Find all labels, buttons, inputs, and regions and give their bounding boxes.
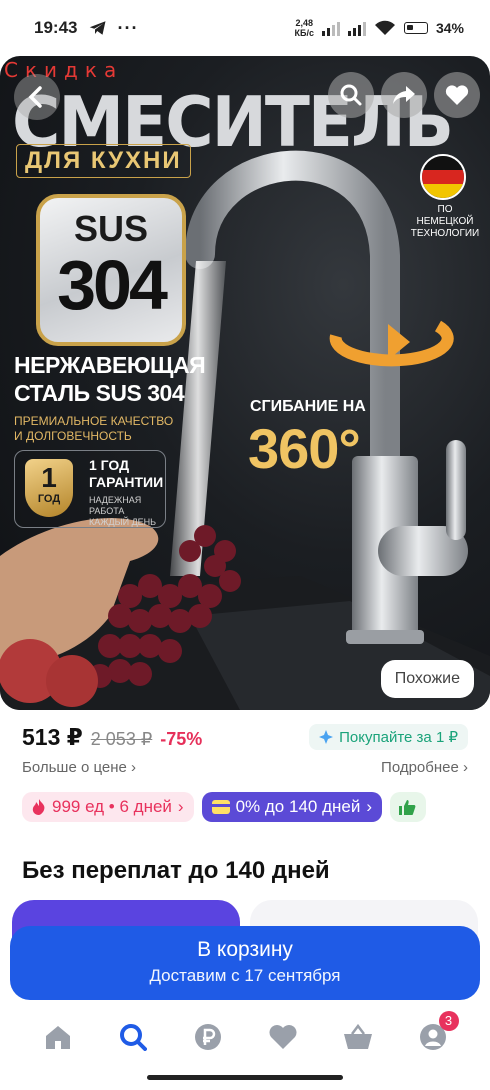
product-image[interactable]: Скидка СМЕСИТЕЛЬ ДЛЯ КУХНИ SUS 304 НЕРЖА… xyxy=(0,56,490,710)
flag-caption: ПО НЕМЕЦКОЙ ТЕХНОЛОГИИ xyxy=(408,204,482,240)
similar-button[interactable]: Похожие xyxy=(380,660,474,698)
home-icon xyxy=(45,1026,70,1049)
installment-label: 0% до 140 дней xyxy=(235,797,361,816)
points-label: 999 ед • 6 дней xyxy=(52,797,172,816)
buy-for-label: Покупайте за 1 ₽ xyxy=(339,729,458,746)
status-bar: 19:43 ··· 2,48 КБ/с 34% xyxy=(0,0,490,56)
flame-icon xyxy=(32,799,45,815)
basket-icon xyxy=(343,1024,372,1049)
add-to-cart-button[interactable]: В корзину Доставим с 17 сентября xyxy=(10,926,480,1000)
old-price: 2 053 ₽ xyxy=(90,729,153,749)
german-flag-icon xyxy=(420,154,466,200)
share-button[interactable] xyxy=(381,72,427,118)
discount-percent: -75% xyxy=(160,729,203,749)
warranty-title-line1: 1 ГОД xyxy=(89,457,130,473)
search-icon xyxy=(119,1024,147,1051)
bend-text: СГИБАНИЕ НА xyxy=(250,398,366,415)
warranty-title: 1 ГОД ГАРАНТИИ xyxy=(89,457,163,491)
net-speed: 2,48 КБ/с xyxy=(295,18,314,38)
warranty-number: 1 xyxy=(41,462,57,493)
ruble-icon xyxy=(194,1024,221,1050)
delivery-date: Доставим с 17 сентября xyxy=(149,966,341,985)
search-button[interactable] xyxy=(328,72,374,118)
battery-percent: 34% xyxy=(435,20,464,36)
buy-for-one-ruble-button[interactable]: Покупайте за 1 ₽ xyxy=(309,724,468,750)
signal-icon xyxy=(321,20,340,36)
steel-line1: НЕРЖАВЕЮЩАЯ xyxy=(14,352,206,378)
status-indicators: 2,48 КБ/с 34% xyxy=(295,18,465,38)
nav-cart[interactable] xyxy=(338,1017,378,1057)
quality-line2: И ДОЛГОВЕЧНОСТЬ xyxy=(14,429,132,443)
warranty-unit: ГОД xyxy=(37,493,61,505)
favorite-button[interactable] xyxy=(434,72,480,118)
more-notifications-icon: ··· xyxy=(117,17,139,38)
net-speed-value: 2,48 xyxy=(295,18,313,28)
flag-caption-line1: ПО НЕМЕЦКОЙ xyxy=(416,204,474,227)
section-title: Без переплат до 140 дней xyxy=(22,857,330,884)
search-icon xyxy=(340,84,362,106)
warranty-badge: 1 ГОД 1 ГОД ГАРАНТИИ НАДЕЖНАЯ РАБОТА КАЖ… xyxy=(14,450,166,528)
heart-icon xyxy=(445,85,469,105)
promo-chips: 999 ед • 6 дней › 0% до 140 дней › xyxy=(22,792,427,822)
warranty-title-line2: ГАРАНТИИ xyxy=(89,474,164,490)
installment-chip[interactable]: 0% до 140 дней › xyxy=(201,792,383,822)
price-row: 513 ₽ 2 053 ₽ -75% xyxy=(22,724,202,751)
quality-line1: ПРЕМИАЛЬНОЕ КАЧЕСТВО xyxy=(14,414,174,428)
badge-line2: 304 xyxy=(57,246,168,324)
more-about-price-label: Больше о цене xyxy=(22,759,127,776)
nav-home[interactable] xyxy=(38,1017,78,1057)
promo-subtitle: ДЛЯ КУХНИ xyxy=(16,144,191,178)
more-details-label: Подробнее xyxy=(381,759,459,776)
add-to-cart-label: В корзину xyxy=(197,938,293,961)
sparkle-icon xyxy=(319,730,334,744)
thumbs-up-chip[interactable] xyxy=(390,792,427,822)
warranty-note: НАДЕЖНАЯ РАБОТА КАЖДЫЙ ДЕНЬ xyxy=(89,495,165,528)
bottom-nav: 3 xyxy=(0,1011,490,1060)
chevron-right-icon: › xyxy=(463,759,468,776)
flag-caption-line2: ТЕХНОЛОГИИ xyxy=(410,228,480,239)
heart-icon xyxy=(269,1025,296,1049)
nav-finance[interactable] xyxy=(188,1017,228,1057)
battery-icon xyxy=(403,22,428,34)
telegram-icon xyxy=(90,21,106,35)
nav-catalog[interactable] xyxy=(113,1017,153,1057)
badge-line1: SUS xyxy=(73,208,149,249)
chevron-right-icon: › xyxy=(366,797,373,816)
warranty-note-line2: КАЖДЫЙ ДЕНЬ xyxy=(89,517,157,527)
chevron-left-icon xyxy=(28,86,42,108)
signal-icon-2 xyxy=(347,20,366,36)
chevron-right-icon: › xyxy=(131,759,137,776)
sus304-badge: SUS 304 xyxy=(36,194,186,346)
current-price: 513 ₽ xyxy=(22,724,83,750)
more-details-link[interactable]: Подробнее › xyxy=(381,759,468,776)
share-icon xyxy=(393,86,415,104)
bend-degrees: 360° xyxy=(248,417,361,480)
warranty-shield-icon: 1 ГОД xyxy=(25,459,73,517)
warranty-note-line1: НАДЕЖНАЯ РАБОТА xyxy=(89,495,142,516)
back-button[interactable] xyxy=(14,74,60,120)
status-time: 19:43 xyxy=(34,18,78,37)
net-speed-unit: КБ/с xyxy=(294,28,314,38)
home-indicator[interactable] xyxy=(147,1075,343,1080)
profile-badge: 3 xyxy=(438,1011,459,1031)
card-icon xyxy=(211,800,230,814)
thumbs-up-icon xyxy=(399,800,416,815)
more-about-price-link[interactable]: Больше о цене › xyxy=(22,759,136,776)
nav-profile[interactable]: 3 xyxy=(413,1011,459,1057)
chevron-right-icon: › xyxy=(177,797,184,816)
points-chip[interactable]: 999 ед • 6 дней › xyxy=(22,792,194,822)
wifi-icon xyxy=(374,20,395,35)
nav-favorites[interactable] xyxy=(263,1017,303,1057)
steel-line2: СТАЛЬ SUS 304 xyxy=(14,380,185,406)
